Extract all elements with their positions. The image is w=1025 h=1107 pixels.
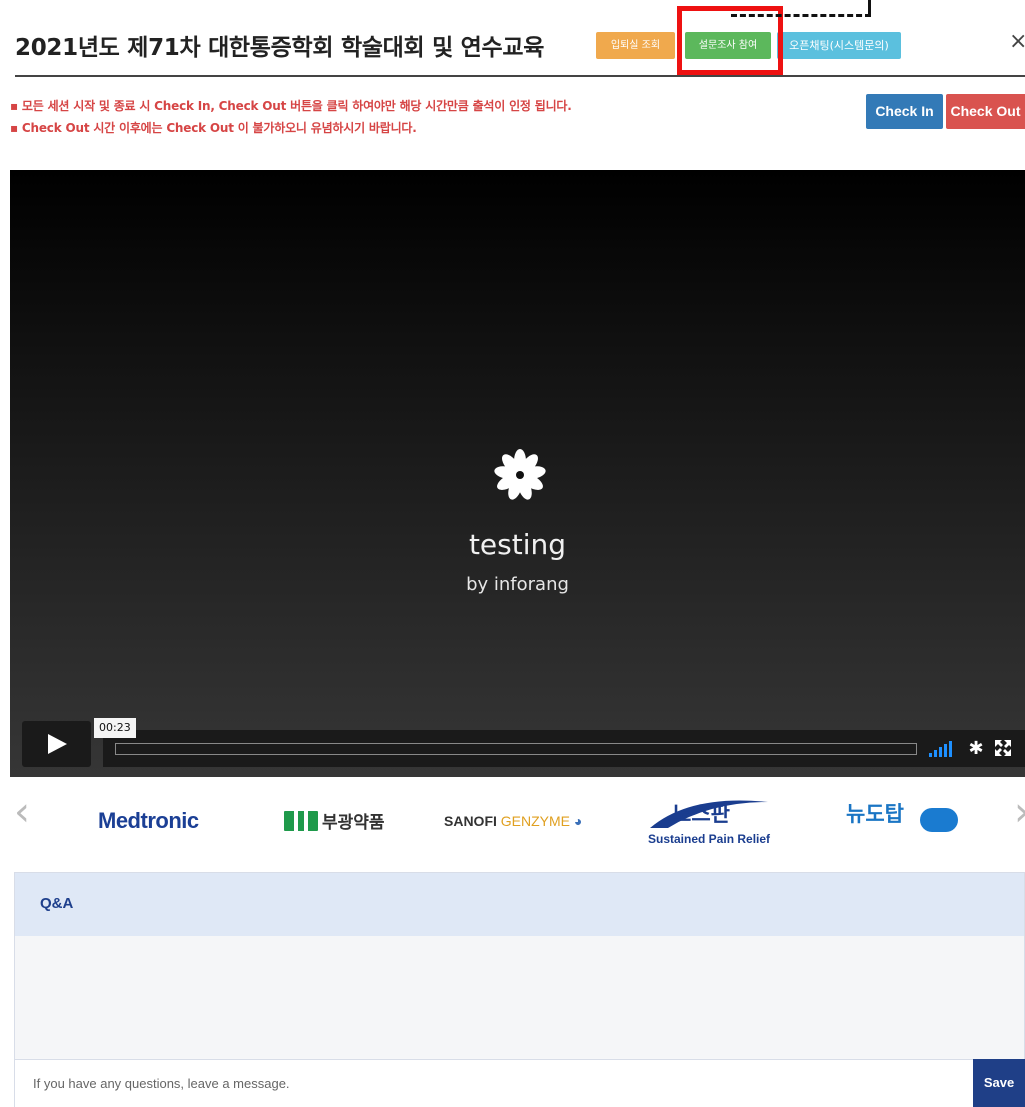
play-button[interactable]: [22, 721, 91, 767]
sponsor-nospan-en: Sustained Pain Relief: [648, 832, 771, 846]
nudotap-badge-icon: [920, 808, 958, 832]
check-out-button[interactable]: Check Out: [946, 94, 1025, 129]
video-player[interactable]: testing by inforang ✱ 00:23: [10, 170, 1025, 777]
sponsor-medtronic[interactable]: Medtronic: [98, 808, 199, 834]
sponsor-nospan[interactable]: 노스판 Sustained Pain Relief: [642, 796, 786, 848]
volume-icon[interactable]: [929, 741, 957, 757]
check-in-button[interactable]: Check In: [866, 94, 943, 129]
video-title: testing: [468, 528, 567, 561]
sponsor-nospan-ko: 노스판: [672, 802, 730, 826]
open-chat-button[interactable]: 오픈채팅(시스템문의): [777, 32, 901, 59]
sponsor-nudotap[interactable]: 뉴도탑: [846, 796, 962, 836]
qa-message-input[interactable]: [15, 1059, 973, 1107]
bukwang-logo-icon: [284, 811, 318, 831]
sponsor-nudotap-ko: 뉴도탑: [846, 802, 904, 826]
close-icon[interactable]: ×: [1009, 28, 1025, 56]
qa-header: Q&A: [15, 873, 1024, 936]
carousel-next-icon[interactable]: ›: [1014, 792, 1025, 832]
sponsor-carousel: ‹ Medtronic 부광약품 SANOFI GENZYME ◕ 노스판 Su…: [10, 778, 1025, 868]
sponsor-bukwang-label: 부광약품: [322, 813, 385, 833]
carousel-prev-icon[interactable]: ‹: [14, 792, 30, 832]
sponsor-genzyme-label: GENZYME: [500, 813, 571, 829]
page-title: 2021년도 제71차 대한통증학회 학술대회 및 연수교육: [15, 35, 545, 61]
notice-checkin: ▪ 모든 세션 시작 및 종료 시 Check In, Check Out 버튼…: [10, 99, 572, 113]
settings-gear-icon[interactable]: ✱: [965, 736, 987, 760]
qa-message-list: [15, 936, 1024, 1058]
fullscreen-icon[interactable]: [991, 736, 1015, 760]
survey-button[interactable]: 설문조사 참여: [685, 32, 771, 59]
video-subtitle: by inforang: [466, 574, 569, 595]
sponsor-sanofi-label: SANOFI: [444, 813, 497, 829]
qa-save-button[interactable]: Save: [973, 1059, 1025, 1107]
time-tooltip: 00:23: [94, 718, 136, 738]
play-icon: [48, 734, 67, 754]
progress-bar[interactable]: [115, 743, 917, 755]
qa-panel: Q&A Save: [14, 872, 1025, 1107]
genzyme-swirl-icon: ◕: [573, 813, 583, 829]
flower-logo-icon: [494, 449, 546, 500]
header-divider: [15, 75, 1025, 77]
dashed-pointer-line: [731, 14, 871, 17]
pointer-line-end: [868, 0, 871, 16]
notice-checkout: ▪ Check Out 시간 이후에는 Check Out 이 불가하오니 유념…: [10, 121, 417, 135]
sponsor-bukwang[interactable]: 부광약품: [284, 808, 385, 833]
sponsor-sanofi-genzyme[interactable]: SANOFI GENZYME ◕: [444, 813, 582, 829]
qa-title: Q&A: [40, 895, 74, 912]
entry-lookup-button[interactable]: 입퇴실 조회: [596, 32, 675, 59]
page-header: 2021년도 제71차 대한통증학회 학술대회 및 연수교육 입퇴실 조회 설문…: [0, 0, 1025, 78]
control-bar: ✱: [103, 730, 1025, 767]
